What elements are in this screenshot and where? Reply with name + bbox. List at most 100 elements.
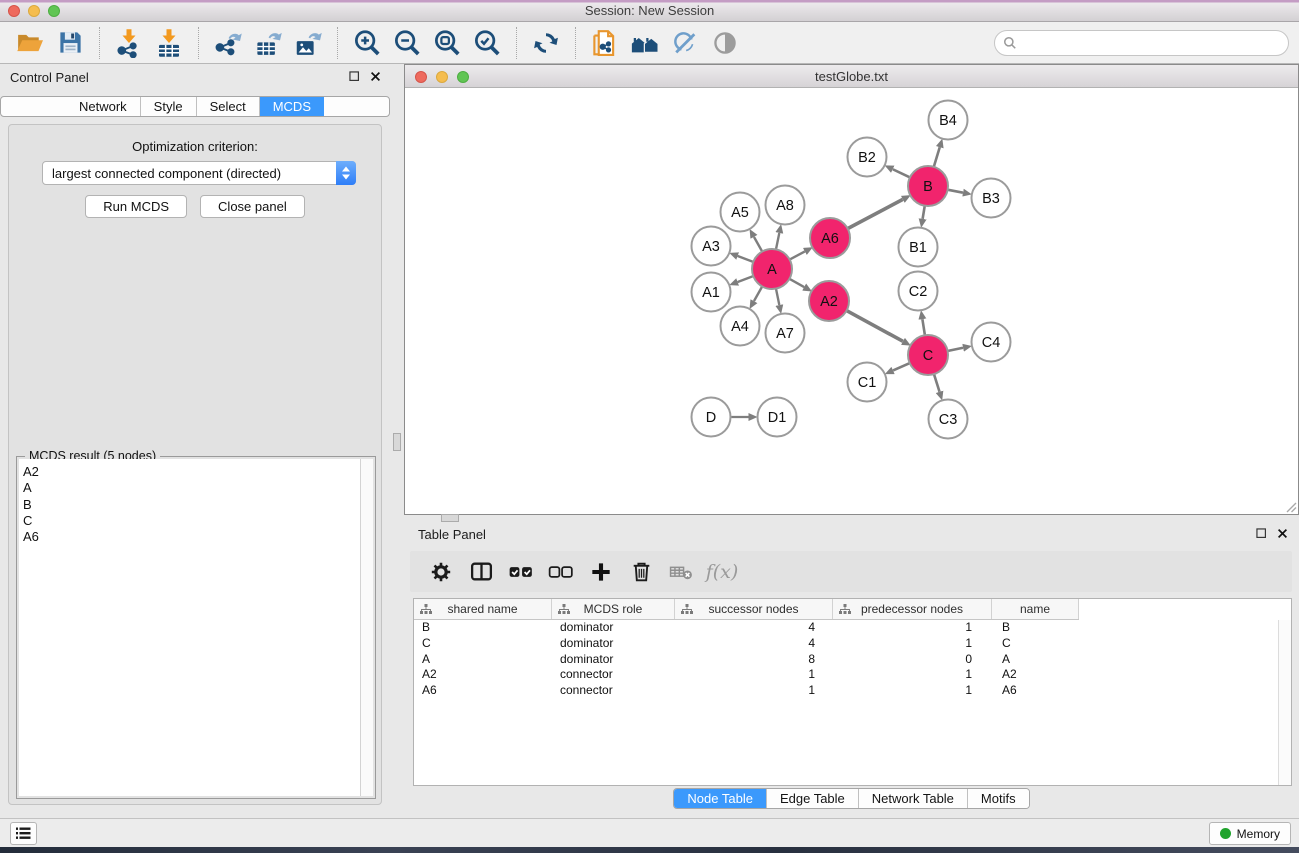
- table-scrollbar[interactable]: [1278, 620, 1291, 785]
- delete-table-button[interactable]: [666, 557, 696, 587]
- criterion-dropdown[interactable]: largest connected component (directed): [42, 161, 356, 185]
- memory-label: Memory: [1237, 827, 1280, 841]
- tab-select[interactable]: Select: [197, 97, 260, 116]
- show-columns-button[interactable]: [466, 557, 496, 587]
- mcds-result-item[interactable]: A: [23, 480, 360, 496]
- table-settings-button[interactable]: [426, 557, 456, 587]
- toolbar-divider: [198, 27, 199, 59]
- float-table-panel-icon[interactable]: [1255, 527, 1268, 540]
- column-header-predecessor-nodes[interactable]: predecessor nodes: [833, 599, 992, 619]
- graph-edge-A-A5[interactable]: [754, 237, 762, 251]
- graph-edge-A-A8[interactable]: [776, 233, 779, 249]
- table-row[interactable]: A2connector11A2: [414, 667, 1277, 683]
- zoom-in-button[interactable]: [347, 25, 387, 61]
- tab-edge-table[interactable]: Edge Table: [767, 789, 859, 808]
- graph-node-label: A5: [731, 205, 749, 221]
- select-all-rows-button[interactable]: [506, 557, 536, 587]
- tab-network[interactable]: Network: [66, 97, 141, 116]
- close-panel-icon[interactable]: [369, 70, 382, 83]
- column-header-successor-nodes[interactable]: successor nodes: [675, 599, 833, 619]
- graph-edge-B-B4[interactable]: [934, 147, 940, 166]
- graph-edge-A-A3[interactable]: [738, 256, 753, 262]
- search-input[interactable]: [994, 30, 1289, 56]
- table-cell: A6: [414, 683, 552, 699]
- zoom-fit-button[interactable]: [427, 25, 467, 61]
- export-image-button[interactable]: [288, 25, 328, 61]
- deselect-all-rows-button[interactable]: [546, 557, 576, 587]
- graph-edge-B-B1[interactable]: [923, 206, 925, 219]
- create-column-button[interactable]: [586, 557, 616, 587]
- table-row[interactable]: Cdominator41C: [414, 636, 1277, 652]
- open-session-button[interactable]: [10, 25, 50, 61]
- column-header-name[interactable]: name: [992, 599, 1079, 619]
- graph-edge-A2-C[interactable]: [847, 311, 903, 342]
- graph-edge-A-A2[interactable]: [790, 279, 804, 287]
- column-header-shared-name[interactable]: shared name: [414, 599, 552, 619]
- graph-edge-B-B2[interactable]: [893, 169, 910, 177]
- network-canvas[interactable]: B4B2BB3B1A5A8A6A3AA1C2A2A4A7C4CC1C3DD1: [406, 88, 1297, 514]
- graph-node-label: A7: [776, 326, 794, 342]
- import-network-button[interactable]: [109, 25, 149, 61]
- resize-grip-icon[interactable]: [1283, 499, 1297, 513]
- graph-edge-C-C2[interactable]: [922, 319, 924, 335]
- vertical-split-handle[interactable]: [393, 433, 401, 451]
- tab-style[interactable]: Style: [141, 97, 197, 116]
- close-panel-button[interactable]: Close panel: [200, 195, 305, 218]
- table-cell: C: [992, 636, 1079, 652]
- show-all-networks-button[interactable]: [625, 25, 665, 61]
- graph-edge-C-C3[interactable]: [934, 375, 939, 392]
- tab-network-table[interactable]: Network Table: [859, 789, 968, 808]
- graph-edge-C-C1[interactable]: [893, 363, 909, 370]
- export-table-button[interactable]: [248, 25, 288, 61]
- graph-edge-A6-B[interactable]: [848, 199, 903, 228]
- task-history-button[interactable]: [10, 822, 37, 845]
- zoom-selected-button[interactable]: [467, 25, 507, 61]
- tab-mcds[interactable]: MCDS: [260, 97, 324, 116]
- mcds-result-item[interactable]: A6: [23, 529, 360, 545]
- graph-edge-A-A6[interactable]: [790, 251, 805, 259]
- tab-node-table[interactable]: Node Table: [674, 789, 767, 808]
- delete-table-icon: [669, 559, 694, 584]
- mcds-result-scrollbar[interactable]: [360, 459, 373, 796]
- delete-column-button[interactable]: [626, 557, 656, 587]
- table-row[interactable]: A6connector11A6: [414, 683, 1277, 699]
- run-mcds-button[interactable]: Run MCDS: [85, 195, 187, 218]
- graph-edge-C-C4[interactable]: [948, 348, 963, 351]
- open-folder-icon: [15, 28, 45, 58]
- table-cell: 1: [833, 683, 992, 699]
- function-builder-button[interactable]: f(x): [706, 557, 736, 587]
- float-panel-icon[interactable]: [348, 70, 361, 83]
- graph-edge-A-A4[interactable]: [754, 287, 762, 301]
- desktop-background: [0, 847, 1299, 853]
- show-graphics-details-button[interactable]: [705, 25, 745, 61]
- graph-edge-A-A1[interactable]: [738, 276, 753, 282]
- new-network-from-selection-button[interactable]: [585, 25, 625, 61]
- close-table-panel-icon[interactable]: [1276, 527, 1289, 540]
- toolbar-divider: [575, 27, 576, 59]
- table-row[interactable]: Bdominator41B: [414, 620, 1277, 636]
- mcds-result-item[interactable]: A2: [23, 464, 360, 480]
- mcds-result-item[interactable]: B: [23, 497, 360, 513]
- column-header-mcds-role[interactable]: MCDS role: [552, 599, 675, 619]
- titlebar: Session: New Session: [0, 0, 1299, 22]
- memory-button[interactable]: Memory: [1209, 822, 1291, 845]
- mcds-result-list[interactable]: A2ABCA6: [19, 459, 360, 796]
- graph-node-label: A6: [821, 231, 839, 247]
- graph-edge-B-B3[interactable]: [948, 190, 963, 193]
- control-panel: Control Panel Network Style Select MCDS …: [0, 64, 390, 818]
- table-cell: 1: [833, 620, 992, 636]
- save-session-button[interactable]: [50, 25, 90, 61]
- zoom-out-button[interactable]: [387, 25, 427, 61]
- mcds-result-item[interactable]: C: [23, 513, 360, 529]
- import-table-button[interactable]: [149, 25, 189, 61]
- column-label: successor nodes: [708, 602, 798, 616]
- criterion-dropdown-value: largest connected component (directed): [43, 166, 336, 181]
- export-network-button[interactable]: [208, 25, 248, 61]
- refresh-view-button[interactable]: [526, 25, 566, 61]
- table-row[interactable]: Adominator80A: [414, 652, 1277, 668]
- table-cell: A: [992, 652, 1079, 668]
- graph-node-label: D1: [768, 410, 787, 426]
- graph-edge-A-A7[interactable]: [776, 289, 779, 305]
- hide-graphics-details-button[interactable]: [665, 25, 705, 61]
- tab-motifs[interactable]: Motifs: [968, 789, 1029, 808]
